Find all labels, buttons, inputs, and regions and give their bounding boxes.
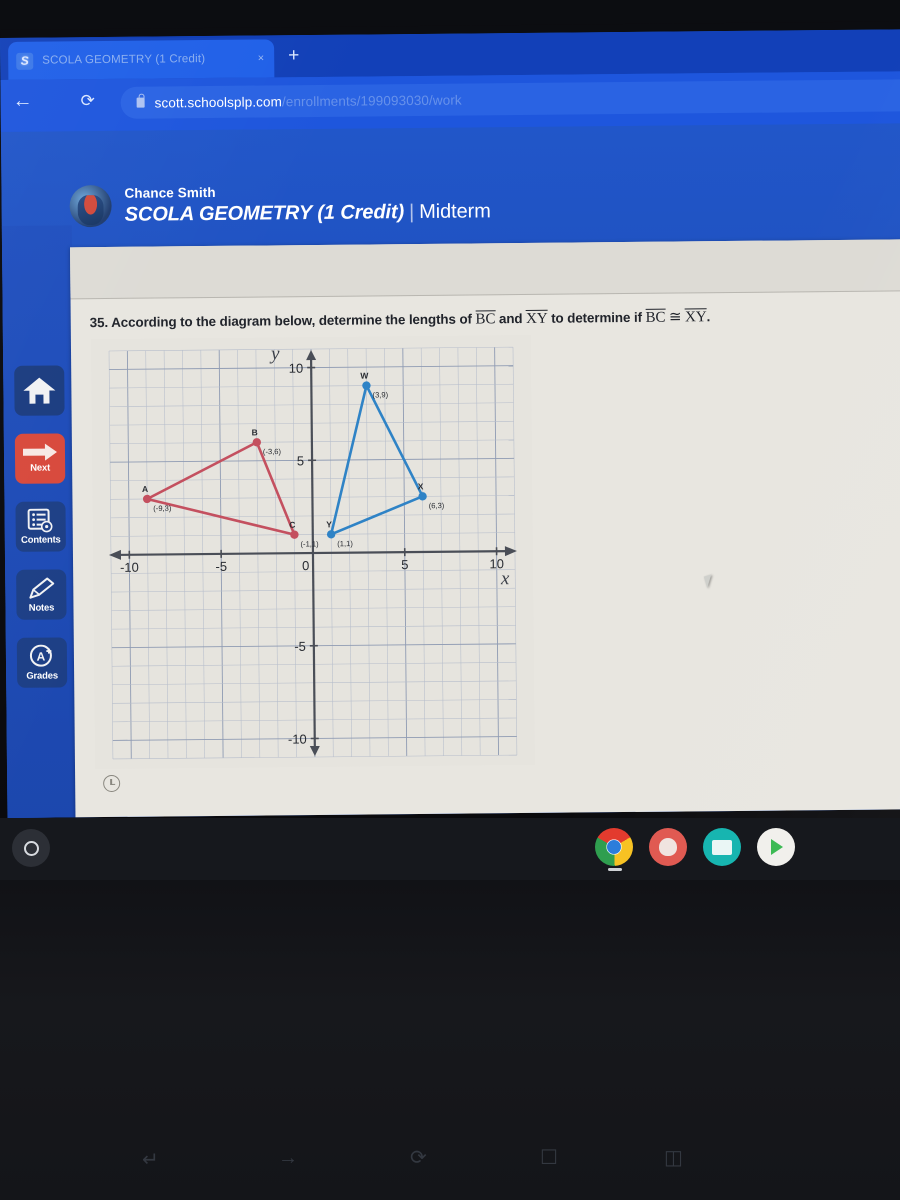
assignment-card: 35. According to the diagram below, dete…	[70, 239, 900, 818]
site-favicon-icon: S	[16, 52, 34, 70]
svg-text:-5: -5	[294, 639, 306, 654]
course-title-text: SCOLA GEOMETRY (1 Credit)	[124, 200, 405, 226]
sidebar-item-grades[interactable]: A Grades	[16, 637, 68, 688]
segment-xy-2: XY	[685, 308, 707, 326]
svg-text:y: y	[269, 343, 280, 364]
svg-text:B: B	[252, 427, 258, 437]
url-host-text: scott.schoolsplp.com	[154, 93, 283, 111]
svg-text:-5: -5	[215, 559, 227, 574]
browser-tab-title: SCOLA GEOMETRY (1 Credit)	[42, 53, 206, 67]
course-title: SCOLA GEOMETRY (1 Credit) | Midterm	[125, 200, 491, 227]
segment-xy-1: XY	[525, 309, 548, 327]
svg-text:A: A	[142, 484, 148, 494]
clock-icon[interactable]	[103, 774, 121, 793]
contents-icon	[27, 508, 53, 532]
title-divider: |	[408, 200, 415, 223]
svg-text:W: W	[360, 371, 369, 381]
keyboard-reload-icon: ⟳	[410, 1147, 427, 1169]
keyboard-fullscreen-icon: ☐	[540, 1147, 558, 1169]
active-app-indicator	[608, 868, 622, 871]
svg-text:10: 10	[289, 361, 304, 376]
screenshot-root: S SCOLA GEOMETRY (1 Credit) × + ← ⟳ scot…	[0, 0, 900, 1200]
avatar	[69, 184, 112, 228]
red-app-icon[interactable]	[649, 828, 687, 866]
svg-text:x: x	[500, 568, 510, 589]
web-page: Next Contents Notes A Grades Chance Smit…	[0, 123, 900, 818]
sidebar-item-next-label: Next	[30, 462, 51, 474]
app-header: Chance Smith SCOLA GEOMETRY (1 Credit) | M…	[69, 166, 630, 241]
new-tab-button[interactable]: +	[288, 45, 299, 66]
svg-text:(6,3): (6,3)	[429, 501, 445, 510]
svg-text:(1,1): (1,1)	[337, 539, 353, 548]
launcher-button[interactable]	[12, 829, 50, 867]
reload-icon[interactable]: ⟳	[81, 91, 95, 111]
svg-text:5: 5	[297, 453, 304, 468]
question-body-2: and	[495, 310, 527, 327]
sidebar-nav: Next Contents Notes A Grades	[1, 225, 79, 818]
sidebar-item-next[interactable]: Next	[14, 433, 66, 484]
sidebar-item-grades-label: Grades	[26, 669, 58, 682]
sidebar-item-notes-label: Notes	[28, 602, 55, 614]
svg-text:X: X	[418, 481, 424, 491]
svg-text:(3,9): (3,9)	[372, 390, 388, 399]
user-name: Chance Smith	[124, 184, 216, 201]
back-arrow-icon[interactable]: ←	[12, 90, 32, 112]
svg-text:C: C	[289, 520, 295, 530]
sidebar-item-notes[interactable]: Notes	[16, 569, 67, 620]
address-bar[interactable]: scott.schoolsplp.com /enrollments/199093…	[120, 79, 900, 119]
chrome-icon[interactable]	[595, 828, 633, 866]
teal-app-icon[interactable]	[703, 828, 741, 866]
segment-bc-1: BC	[475, 310, 496, 328]
segment-bc-2: BC	[645, 308, 666, 326]
browser-tab-active[interactable]: S SCOLA GEOMETRY (1 Credit) ×	[8, 39, 275, 80]
svg-text:(-9,3): (-9,3)	[153, 504, 172, 513]
device-body: ↵ → ⟳ ☐ ◫	[0, 880, 900, 1200]
coordinate-plane-figure: -10 -5 0 5 10 -10 -5 5 10 y x A (-9,3) B (-3,6) C (-1,1)…	[90, 334, 536, 770]
congruent-symbol: ≅	[665, 309, 686, 326]
play-store-icon[interactable]	[757, 828, 795, 866]
question-body-1: According to the diagram below, determin…	[111, 311, 476, 330]
sidebar-item-contents-label: Contents	[20, 533, 61, 546]
shelf-app-list	[595, 828, 795, 866]
browser-toolbar: ← ⟳ scott.schoolsplp.com /enrollments/19…	[0, 71, 900, 132]
question-period: .	[706, 309, 711, 325]
svg-text:A: A	[37, 649, 46, 663]
question-body-3: to determine if	[547, 309, 646, 326]
pencil-icon	[29, 577, 55, 599]
question-number: 35.	[89, 314, 109, 331]
svg-text:(-3,6): (-3,6)	[263, 447, 282, 456]
keyboard-back-icon: ↵	[142, 1149, 159, 1171]
lock-icon	[136, 97, 145, 108]
browser-window: S SCOLA GEOMETRY (1 Credit) × + ← ⟳ scot…	[0, 29, 900, 818]
sidebar-item-contents[interactable]: Contents	[15, 501, 66, 552]
arrow-right-icon	[22, 443, 57, 461]
os-shelf	[0, 818, 900, 880]
svg-text:Y: Y	[326, 519, 332, 529]
launcher-circle-icon	[23, 840, 39, 856]
home-icon	[23, 377, 56, 404]
svg-text:-10: -10	[120, 560, 139, 575]
svg-text:(-1,1): (-1,1)	[300, 539, 319, 548]
svg-text:0: 0	[302, 558, 309, 573]
coordinate-plane-svg: -10 -5 0 5 10-10-5510yxA(-9,3)B(-3,6)C(-1,1)…	[90, 334, 536, 770]
sidebar-item-home[interactable]	[14, 365, 65, 416]
url-path-text: /enrollments/199093030/work	[281, 92, 462, 109]
assignment-name: Midterm	[419, 199, 491, 223]
keyboard-overview-icon: ◫	[664, 1147, 683, 1169]
question-text: 35. According to the diagram below, dete…	[90, 305, 890, 332]
card-toolbar	[70, 239, 900, 300]
close-icon[interactable]: ×	[258, 52, 265, 64]
grade-badge-icon: A	[29, 644, 52, 667]
svg-text:-10: -10	[288, 732, 307, 747]
keyboard-forward-icon: →	[278, 1147, 298, 1169]
svg-text:5: 5	[401, 557, 408, 572]
